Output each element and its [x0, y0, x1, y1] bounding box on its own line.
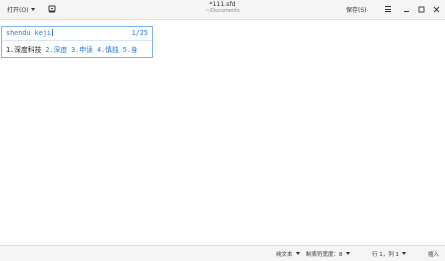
text-editor[interactable]: shendu keji 1/25 1.深度科技 2.深度 3.申读 4.慎独 5… [0, 20, 445, 245]
cursor-position-selector[interactable]: 行 1，列 1 [372, 249, 406, 258]
open-button[interactable]: 打开(O) [7, 3, 36, 15]
close-icon [433, 6, 439, 12]
save-button[interactable]: 保存(S) [346, 3, 367, 15]
language-label: 纯文本 [276, 251, 293, 258]
ime-candidate-window: shendu keji 1/25 1.深度科技 2.深度 3.申读 4.慎独 5… [1, 26, 153, 58]
cursor-position-label: 行 1，列 1 [372, 251, 399, 258]
chevron-down-icon [345, 252, 350, 255]
document-title: *111.sfd [209, 1, 236, 8]
chevron-down-icon [402, 252, 406, 255]
ime-candidate-list: 1.深度科技 2.深度 3.申读 4.慎独 5.身 [6, 44, 138, 54]
save-button-label: 保存(S) [346, 6, 367, 14]
ime-candidate[interactable]: 2.深度 [45, 44, 67, 54]
chevron-down-icon [31, 7, 36, 11]
new-document-icon [48, 5, 56, 13]
open-button-label: 打开(O) [7, 6, 29, 14]
ime-preedit-row: shendu keji 1/25 [2, 27, 152, 41]
hamburger-menu-icon [385, 6, 391, 7]
new-document-button[interactable] [46, 3, 58, 15]
ime-candidate[interactable]: 4.慎独 [97, 44, 119, 54]
insert-mode-label: 插入 [428, 251, 440, 258]
maximize-button[interactable] [416, 4, 426, 14]
language-selector[interactable]: 纯文本 [276, 249, 300, 258]
chevron-down-icon [295, 252, 300, 255]
menu-button[interactable] [382, 3, 394, 15]
text-caret [52, 29, 53, 36]
minimize-button[interactable] [401, 4, 411, 14]
insert-mode-indicator[interactable]: 插入 [428, 249, 439, 258]
ime-candidate[interactable]: 3.申读 [71, 44, 93, 54]
tab-width-label: 制表符宽度：8 [306, 251, 343, 258]
document-title-block: *111.sfd ~/Documents [160, 1, 285, 15]
header-bar: 打开(O) *111.sfd ~/Documents 保存(S) [0, 0, 445, 20]
ime-candidate[interactable]: 5.身 [123, 44, 138, 54]
status-bar: 纯文本 制表符宽度：8 行 1，列 1 插入 [0, 245, 445, 261]
document-path: ~/Documents [205, 8, 240, 14]
ime-preedit-text: shendu keji [6, 29, 53, 37]
tab-width-selector[interactable]: 制表符宽度：8 [306, 249, 350, 258]
ime-candidate[interactable]: 1.深度科技 [6, 44, 41, 54]
minimize-icon [403, 10, 409, 12]
ime-page-indicator: 1/25 [131, 29, 148, 37]
maximize-icon [418, 6, 424, 12]
close-button[interactable] [431, 4, 441, 14]
